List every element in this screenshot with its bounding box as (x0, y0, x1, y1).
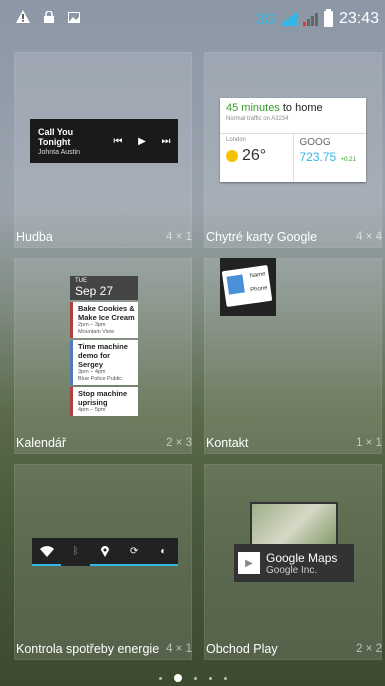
widget-tile-calendar[interactable]: TUE Sep 27 Bake Cookies & Make Ice Cream… (14, 258, 192, 454)
page-dot[interactable] (193, 676, 197, 680)
widget-size: 2 × 3 (166, 437, 192, 449)
traffic-note: Normal traffic on A3234 (226, 116, 289, 122)
event-place: Blue Police Public (78, 376, 123, 382)
stock-price: 723.75 (299, 150, 337, 164)
page-dot-active[interactable] (173, 674, 182, 682)
commute-suffix: to home (282, 102, 323, 114)
play-store-widget-preview: ▶ Google Maps Google Inc. (234, 502, 354, 588)
page-dot[interactable] (158, 676, 162, 680)
battery-icon (323, 9, 333, 27)
contact-widget-preview: Name Phone (220, 258, 276, 316)
contact-phone-label: Phone (249, 285, 268, 294)
event-time: 2pm – 3pm (78, 322, 106, 328)
calendar-event: Bake Cookies & Make Ice Cream 2pm – 3pm … (70, 302, 138, 338)
signal-icon (281, 12, 297, 26)
widget-size: 2 × 2 (356, 643, 382, 655)
clock: 23:43 (338, 10, 379, 27)
play-icon: ▶ (138, 135, 146, 147)
page-dot[interactable] (208, 676, 212, 680)
page-dot[interactable] (223, 676, 227, 680)
calendar-event: Time machine demo for Sergey 3pm – 4pm B… (70, 340, 138, 385)
lock-icon (44, 10, 54, 28)
image-icon (68, 10, 80, 28)
widget-tile-google-now[interactable]: 45 minutes to home Normal traffic on A32… (204, 52, 382, 248)
widget-label: Kontakt (206, 436, 249, 450)
track-title: Call You Tonight (38, 126, 74, 147)
previous-icon: ⏮ (113, 135, 123, 147)
widget-label: Chytré karty Google (206, 230, 318, 244)
network-type: 3G (255, 10, 276, 28)
commute-time: 45 minutes (226, 102, 280, 114)
location-icon (90, 538, 120, 566)
widget-tile-music[interactable]: Call You Tonight Johnta Austin ⏮ ▶ ⏭ Hud… (14, 52, 192, 248)
stock-symbol: GOOG (299, 137, 331, 148)
status-bar: 3G 23:43 (0, 0, 385, 38)
widget-size: 4 × 1 (166, 231, 192, 243)
widget-label: Obchod Play (206, 642, 278, 656)
event-place: Mountain View (78, 329, 114, 335)
page-indicator (0, 674, 385, 682)
event-time: 3pm – 4pm (78, 369, 106, 375)
widget-tile-contact[interactable]: Name Phone Kontakt 1 × 1 (204, 258, 382, 454)
widget-label: Kalendář (16, 436, 67, 450)
sun-icon (226, 150, 238, 162)
brightness-icon: ◐ (148, 538, 179, 566)
widget-label: Hudba (16, 230, 53, 244)
contact-card-icon: Name Phone (221, 264, 273, 308)
next-icon: ⏭ (161, 135, 171, 147)
signal-sim2-icon (302, 12, 318, 26)
widget-size: 1 × 1 (356, 437, 382, 449)
calendar-event: Stop machine uprising 4pm – 5pm (70, 387, 138, 416)
warning-icon (16, 10, 30, 28)
widget-tile-play-store[interactable]: ▶ Google Maps Google Inc. Obchod Play 2 … (204, 464, 382, 660)
app-name: Google Maps (266, 550, 338, 565)
sync-icon: ⟳ (119, 538, 149, 566)
event-title: Bake Cookies & Make Ice Cream (78, 304, 135, 322)
play-store-icon: ▶ (238, 552, 260, 574)
google-now-card-preview: 45 minutes to home Normal traffic on A32… (220, 98, 366, 182)
bluetooth-icon: ᛒ (72, 545, 79, 557)
calendar-widget-preview: TUE Sep 27 Bake Cookies & Make Ice Cream… (70, 276, 138, 416)
track-artist: Johnta Austin (38, 148, 81, 156)
event-time: 4pm – 5pm (78, 407, 106, 413)
wifi-icon (32, 538, 62, 566)
music-widget-preview: Call You Tonight Johnta Austin ⏮ ▶ ⏭ (30, 119, 178, 163)
widget-label: Kontrola spotřeby energie (16, 642, 160, 656)
stock-change: +0.21 (340, 157, 356, 163)
widget-tile-power-control[interactable]: ᛒ ⟳ ◐ Kontrola spotřeby energie 4 × 1 (14, 464, 192, 660)
power-control-preview: ᛒ ⟳ ◐ (32, 538, 179, 566)
widget-size: 4 × 1 (166, 643, 192, 655)
weather-city: London (226, 137, 247, 143)
event-title: Stop machine uprising (78, 389, 128, 407)
calendar-date: Sep 27 (75, 284, 114, 298)
widget-size: 4 × 4 (356, 231, 382, 243)
weather-temp: 26° (242, 147, 267, 164)
event-title: Time machine demo for Sergey (78, 342, 128, 369)
app-developer: Google Inc. (266, 564, 318, 576)
contact-name-label: Name (249, 271, 266, 280)
